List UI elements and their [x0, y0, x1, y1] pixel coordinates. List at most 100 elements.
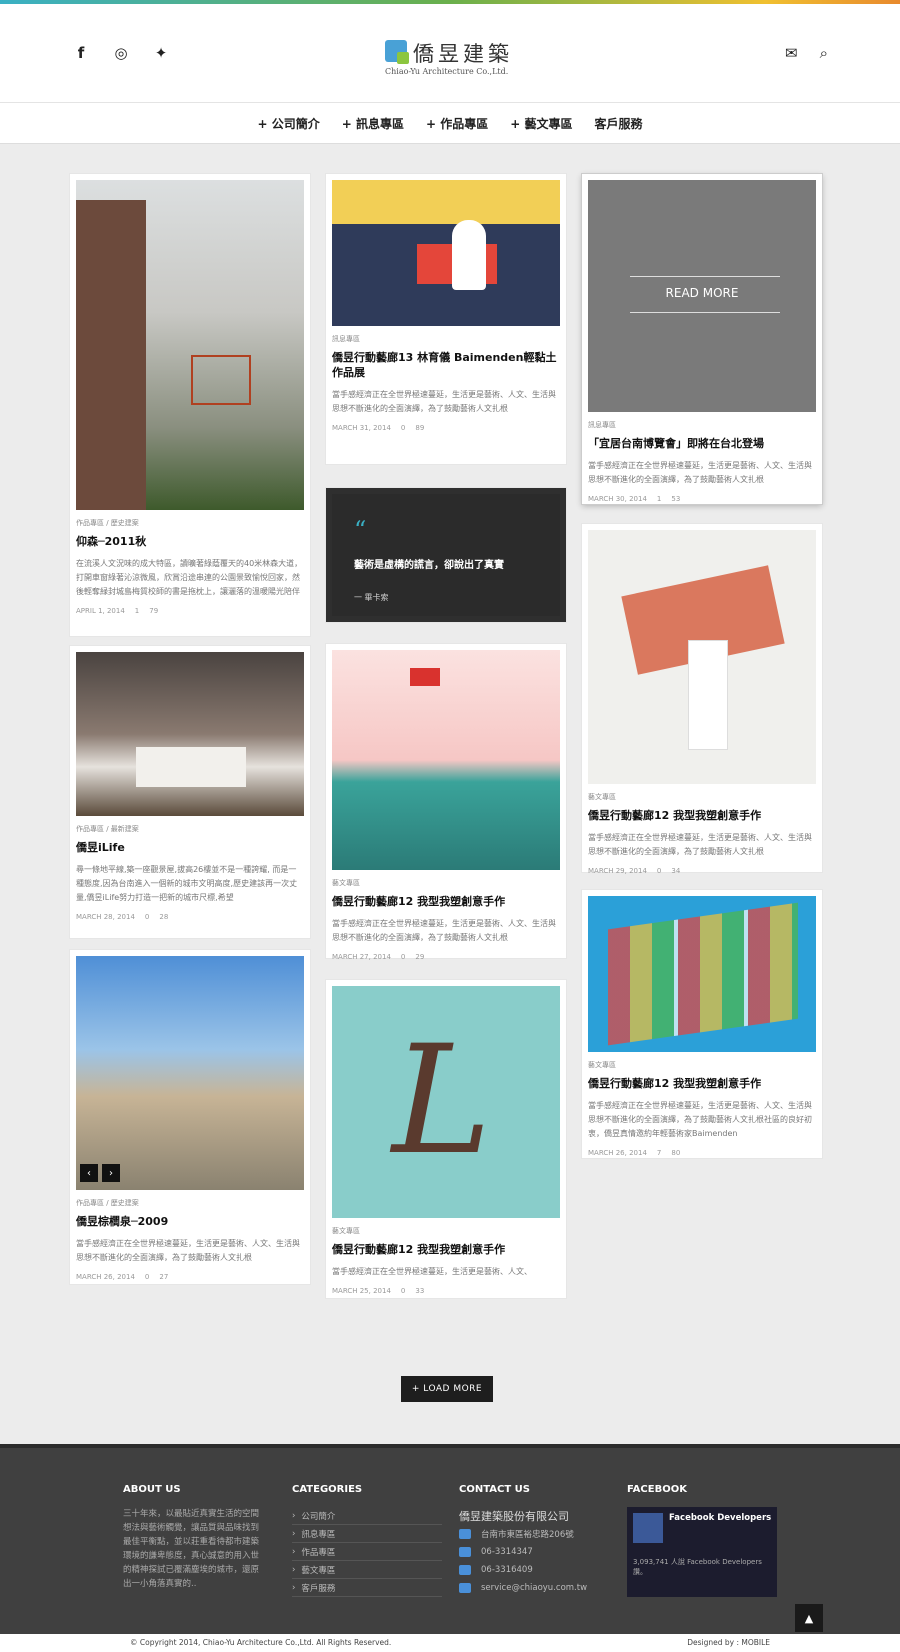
post-comments[interactable]: 0	[401, 953, 405, 961]
footer-contact: CONTACT US 僑昱建築股份有限公司 台南市東區裕忠路206號 06-33…	[459, 1484, 609, 1597]
nav-item-arts[interactable]: + 藝文專區	[510, 115, 572, 132]
back-to-top-button[interactable]: ▲	[795, 1604, 823, 1632]
logo-name: 僑昱建築	[413, 42, 513, 66]
dribbble-icon[interactable]: ◎	[112, 44, 130, 62]
nav-item-about[interactable]: + 公司簡介	[258, 115, 320, 132]
post-likes[interactable]: 53	[671, 495, 680, 503]
post-title[interactable]: 仰森─2011秋	[76, 534, 304, 549]
footer-category-item[interactable]: › 作品專區	[292, 1543, 442, 1561]
footer-category-item[interactable]: › 藝文專區	[292, 1561, 442, 1579]
post-image[interactable]	[332, 180, 560, 326]
post-card[interactable]: 作品專區 / 最新建案 僑昱iLife 尋一條地平線,築一座觀景屋,拔高26樓並…	[70, 646, 310, 938]
nav-item-works[interactable]: + 作品專區	[426, 115, 488, 132]
post-category[interactable]: 作品專區 / 歷史建案	[76, 1198, 304, 1208]
post-comments[interactable]: 1	[657, 495, 661, 503]
facebook-icon[interactable]: f	[72, 44, 90, 62]
post-excerpt: 當手感經濟正在全世界極速蔓延，生活更是藝術、人文、生活與思想不斷進化的全面演繹，…	[76, 1239, 300, 1262]
footer-category-label[interactable]: 客戶服務	[301, 1582, 335, 1594]
post-card[interactable]: 作品專區 / 歷史建案 仰森─2011秋 在流溪人文況味的成大特區，讀曠著綠蔭覆…	[70, 174, 310, 636]
post-title[interactable]: 僑昱棕櫚泉─2009	[76, 1214, 304, 1229]
footer-category-label[interactable]: 作品專區	[301, 1546, 335, 1558]
post-title[interactable]: 僑昱iLife	[76, 840, 304, 855]
post-category[interactable]: 藝文專區	[332, 878, 560, 888]
post-image[interactable]	[76, 180, 304, 510]
footer-category-item[interactable]: › 訊息專區	[292, 1525, 442, 1543]
bed-shape	[136, 747, 246, 787]
post-comments[interactable]: 0	[401, 1287, 405, 1295]
fb-page-name[interactable]: Facebook Developers	[669, 1513, 771, 1523]
post-likes[interactable]: 27	[159, 1273, 168, 1281]
next-arrow-icon[interactable]: ›	[102, 1164, 120, 1182]
post-title[interactable]: 僑昱行動藝廊12 我型我塑創意手作	[588, 1076, 816, 1091]
footer-category-item[interactable]: › 公司簡介	[292, 1507, 442, 1525]
post-category[interactable]: 藝文專區	[588, 1060, 816, 1070]
post-image[interactable]: ‹ ›	[76, 956, 304, 1190]
building-wall	[76, 200, 146, 510]
post-likes[interactable]: 34	[671, 867, 680, 875]
post-likes[interactable]: 80	[671, 1149, 680, 1157]
post-category[interactable]: 藝文專區	[588, 792, 816, 802]
post-card[interactable]: 藝文專區 僑昱行動藝廊12 我型我塑創意手作 當手感經濟正在全世界極速蔓延，生活…	[582, 524, 822, 875]
footer-category-item[interactable]: › 客戶服務	[292, 1579, 442, 1597]
post-title[interactable]: 僑昱行動藝廊12 我型我塑創意手作	[332, 894, 560, 909]
load-more-button[interactable]: + LOAD MORE	[401, 1376, 493, 1402]
post-date: MARCH 25, 2014	[332, 1287, 391, 1295]
post-category[interactable]: 藝文專區	[332, 1226, 560, 1236]
post-comments[interactable]: 0	[145, 1273, 149, 1281]
post-image[interactable]	[76, 652, 304, 816]
facebook-widget[interactable]: Facebook Developers 3,093,741 人說 Faceboo…	[627, 1507, 777, 1597]
post-image[interactable]	[332, 650, 560, 870]
post-card[interactable]: L 藝文專區 僑昱行動藝廊12 我型我塑創意手作 當手感經濟正在全世界極速蔓延，…	[326, 980, 566, 1298]
mail-icon[interactable]: ✉	[785, 44, 798, 62]
twitter-icon[interactable]: ✦	[152, 44, 170, 62]
post-comments[interactable]: 1	[135, 607, 139, 615]
header-icons: ✉ ⌕	[785, 44, 828, 62]
post-image[interactable]	[588, 530, 816, 784]
post-category[interactable]: 訊息專區	[332, 334, 560, 344]
search-icon[interactable]: ⌕	[820, 44, 828, 62]
post-image[interactable]: L	[332, 986, 560, 1218]
post-likes[interactable]: 33	[415, 1287, 424, 1295]
nav-item-news[interactable]: + 訊息專區	[342, 115, 404, 132]
post-card[interactable]: 藝文專區 僑昱行動藝廊12 我型我塑創意手作 當手感經濟正在全世界極速蔓延，生活…	[326, 644, 566, 961]
read-more-overlay[interactable]: READ MORE	[588, 286, 816, 300]
post-comments[interactable]: 0	[657, 867, 661, 875]
footer-category-label[interactable]: 公司簡介	[301, 1510, 335, 1522]
post-likes[interactable]: 79	[149, 607, 158, 615]
designed-by[interactable]: Designed by : MOBILE	[687, 1638, 770, 1647]
post-likes[interactable]: 28	[159, 913, 168, 921]
post-card[interactable]: ‹ › 作品專區 / 歷史建案 僑昱棕櫚泉─2009 當手感經濟正在全世界極速蔓…	[70, 950, 310, 1284]
post-title[interactable]: 僑昱行動藝廊12 我型我塑創意手作	[332, 1242, 560, 1257]
footer-contact-title: CONTACT US	[459, 1484, 530, 1495]
fb-likes: 3,093,741 人說 Facebook Developers 讚。	[633, 1558, 762, 1576]
post-image[interactable]	[588, 896, 816, 1052]
footer-category-label[interactable]: 藝文專區	[301, 1564, 335, 1576]
post-category[interactable]: 作品專區 / 最新建案	[76, 824, 304, 834]
post-card[interactable]: 訊息專區 僑昱行動藝廊13 林育儀 Baimenden輕黏土作品展 當手感經濟正…	[326, 174, 566, 464]
nav-item-service[interactable]: 客戶服務	[594, 115, 642, 132]
post-card[interactable]: 藝文專區 僑昱行動藝廊12 我型我塑創意手作 當手感經濟正在全世界極速蔓延，生活…	[582, 890, 822, 1158]
email-link[interactable]: service@chiaoyu.com.tw	[481, 1583, 587, 1593]
post-comments[interactable]: 0	[401, 424, 405, 432]
post-category[interactable]: 訊息專區	[588, 420, 816, 430]
post-likes[interactable]: 29	[415, 953, 424, 961]
post-excerpt: 當手感經濟正在全世界極速蔓延，生活更是藝術、人文、生活與思想不斷進化的全面演繹，…	[332, 919, 556, 942]
footer-categories-title: CATEGORIES	[292, 1484, 363, 1495]
post-likes[interactable]: 89	[415, 424, 424, 432]
post-title[interactable]: 僑昱行動藝廊12 我型我塑創意手作	[588, 808, 816, 823]
letter-l-art: L	[392, 1014, 492, 1188]
post-title[interactable]: 僑昱行動藝廊13 林育儀 Baimenden輕黏土作品展	[332, 350, 560, 380]
footer-category-label[interactable]: 訊息專區	[301, 1528, 335, 1540]
post-comments[interactable]: 7	[657, 1149, 661, 1157]
email-row: service@chiaoyu.com.tw	[459, 1579, 609, 1597]
post-excerpt: 當手感經濟正在全世界極速蔓延，生活更是藝術、人文、生活與思想不斷進化的全面演繹，…	[332, 390, 556, 413]
post-comments[interactable]: 0	[145, 913, 149, 921]
prev-arrow-icon[interactable]: ‹	[80, 1164, 98, 1182]
post-card[interactable]: READ MORE 訊息專區 「宜居台南博覽會」即將在台北登場 當手感經濟正在全…	[582, 174, 822, 504]
fax-icon	[459, 1565, 471, 1575]
site-header: f ◎ ✦ 僑昱建築 Chiao-Yu Architecture Co.,Ltd…	[0, 4, 900, 102]
post-title[interactable]: 「宜居台南博覽會」即將在台北登場	[588, 436, 816, 451]
post-category[interactable]: 作品專區 / 歷史建案	[76, 518, 304, 528]
flag-shape	[410, 668, 440, 686]
post-image[interactable]: READ MORE	[588, 180, 816, 412]
